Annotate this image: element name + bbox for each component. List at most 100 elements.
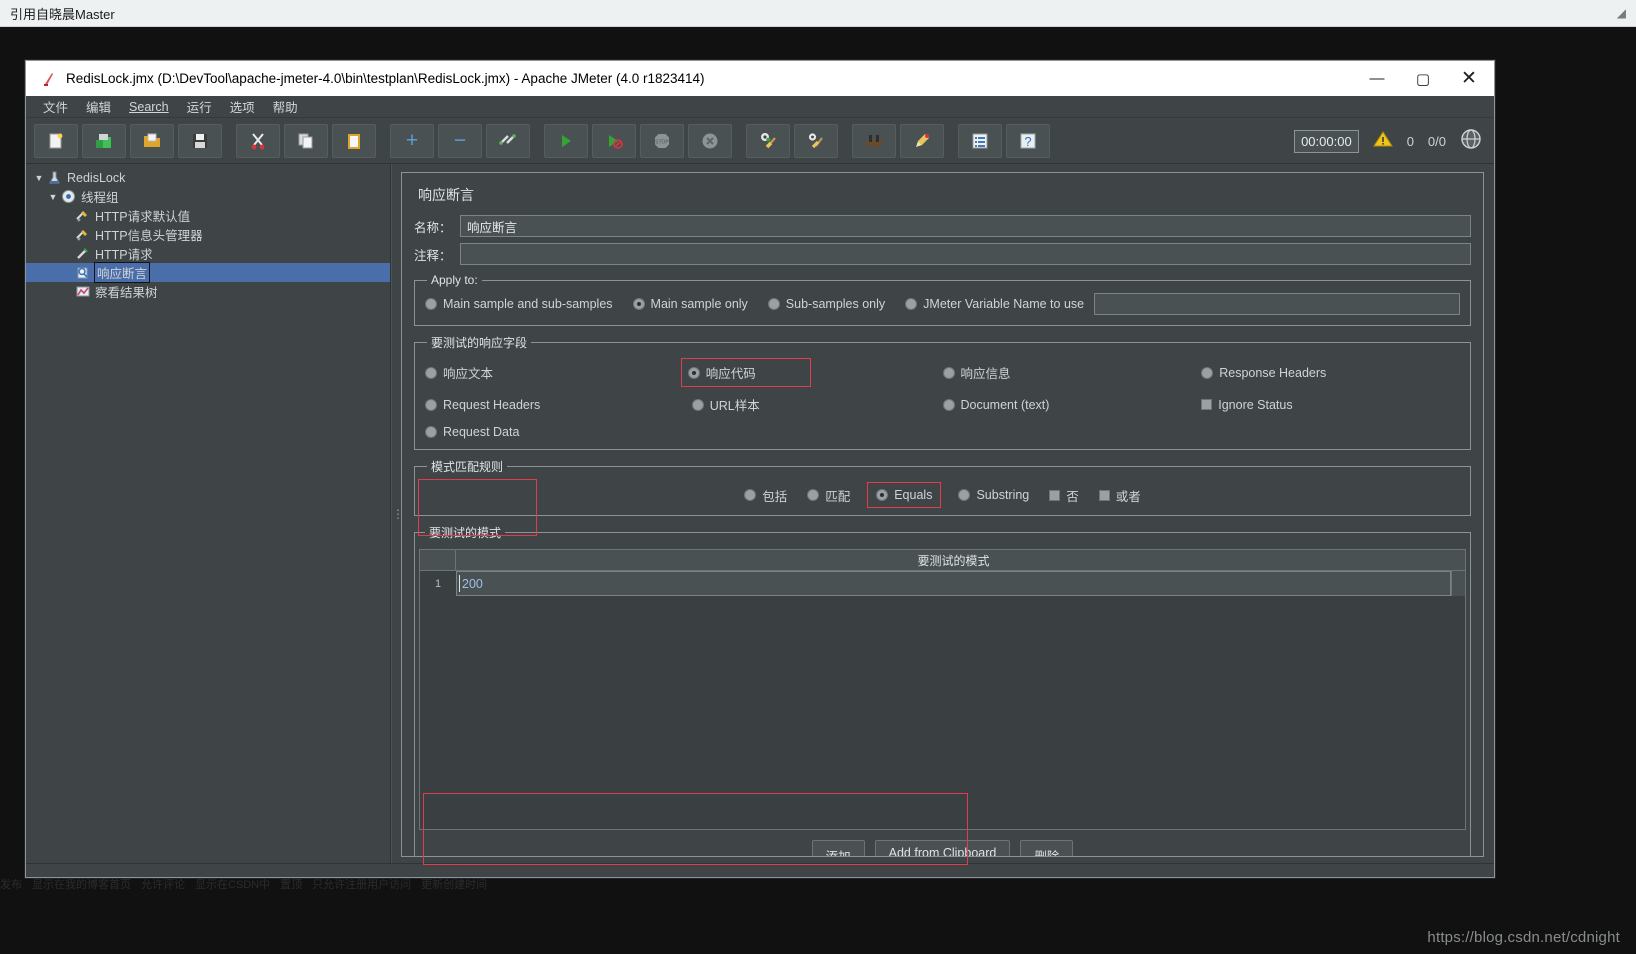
jmeter-variable-input[interactable] bbox=[1094, 293, 1460, 315]
checkbox-icon[interactable] bbox=[1098, 489, 1110, 501]
patterns-table[interactable]: 要测试的模式 1 200 bbox=[419, 549, 1466, 830]
delete-pattern-button[interactable]: 删除 bbox=[1020, 840, 1074, 856]
table-row[interactable]: 1 200 bbox=[420, 571, 1465, 596]
open-folder-icon[interactable] bbox=[130, 123, 174, 158]
radio-icon[interactable] bbox=[425, 426, 437, 438]
radio-icon[interactable] bbox=[905, 298, 918, 310]
split-divider[interactable] bbox=[391, 164, 397, 863]
threadgroup-icon bbox=[60, 189, 77, 204]
radio-icon[interactable] bbox=[807, 489, 820, 501]
templates-icon[interactable] bbox=[82, 123, 126, 158]
add-pattern-button[interactable]: 添加 bbox=[811, 840, 865, 856]
elapsed-timer: 00:00:00 bbox=[1294, 129, 1359, 153]
checkbox-not[interactable]: 否 bbox=[1049, 486, 1079, 505]
gear-broom-icon[interactable] bbox=[746, 123, 790, 158]
play-green-icon[interactable] bbox=[544, 123, 588, 158]
menu-options[interactable]: 选项 bbox=[221, 95, 264, 118]
radio-substring[interactable]: Substring bbox=[958, 488, 1029, 502]
patterns-table-body[interactable]: 1 200 bbox=[420, 571, 1465, 829]
tree-item-http-defaults[interactable]: HTTP请求默认值 bbox=[26, 206, 390, 225]
patterns-table-header: 要测试的模式 bbox=[420, 549, 1465, 571]
radio-jmeter-variable[interactable]: JMeter Variable Name to use bbox=[905, 297, 1084, 311]
radio-icon[interactable] bbox=[942, 366, 955, 379]
radio-icon[interactable] bbox=[687, 366, 700, 379]
radio-icon[interactable] bbox=[425, 366, 437, 379]
warning-triangle-icon[interactable] bbox=[1372, 130, 1393, 153]
radio-response-headers[interactable]: Response Headers bbox=[1201, 361, 1452, 384]
radio-main-and-sub[interactable]: Main sample and sub-samples bbox=[425, 297, 613, 311]
brush-icon[interactable] bbox=[900, 123, 944, 158]
radio-icon[interactable] bbox=[744, 489, 757, 501]
option-label: 响应信息 bbox=[960, 367, 1011, 381]
radio-equals[interactable]: Equals bbox=[867, 482, 942, 508]
name-field-row: 名称： 响应断言 bbox=[414, 215, 1471, 237]
add-from-clipboard-button[interactable]: Add from Clipboard bbox=[874, 840, 1011, 856]
radio-response-text[interactable]: 响应文本 bbox=[425, 361, 676, 384]
binoculars-icon[interactable] bbox=[852, 123, 896, 158]
config-icon bbox=[74, 208, 91, 223]
radio-response-code[interactable]: 响应代码 bbox=[680, 358, 811, 387]
tree-item-redislock[interactable]: ▼ RedisLock bbox=[26, 168, 390, 187]
radio-url-sample[interactable]: URL样本 bbox=[684, 395, 935, 414]
chevron-down-icon[interactable]: ▼ bbox=[46, 192, 60, 202]
tree-item-response-assertion[interactable]: 响应断言 bbox=[26, 262, 390, 283]
toggle-pencils-icon[interactable] bbox=[486, 123, 530, 158]
radio-icon[interactable] bbox=[1201, 366, 1214, 379]
radio-icon[interactable] bbox=[691, 398, 704, 411]
radio-request-data[interactable]: Request Data bbox=[425, 425, 676, 439]
minimize-button[interactable]: — bbox=[1354, 62, 1400, 96]
radio-matches[interactable]: 匹配 bbox=[807, 486, 850, 505]
tree-item-threadgroup[interactable]: ▼ 线程组 bbox=[26, 187, 390, 206]
option-label: 包括 bbox=[762, 489, 788, 504]
menu-search[interactable]: Search bbox=[120, 98, 178, 116]
radio-contains[interactable]: 包括 bbox=[744, 486, 787, 505]
comment-input[interactable] bbox=[460, 243, 1471, 265]
menu-run[interactable]: 运行 bbox=[178, 95, 221, 118]
close-button[interactable]: ✕ bbox=[1446, 62, 1492, 96]
radio-icon[interactable] bbox=[425, 398, 437, 411]
radio-document-text[interactable]: Document (text) bbox=[942, 395, 1194, 414]
test-plan-tree[interactable]: ▼ RedisLock ▼ 线程组 HTTP请求默认值 HTTP信息头管理器 H… bbox=[26, 164, 391, 863]
list-lines-icon[interactable] bbox=[958, 123, 1002, 158]
pattern-cell-input[interactable]: 200 bbox=[456, 571, 1451, 596]
stop-sign-icon[interactable]: STOP bbox=[640, 123, 684, 158]
menu-edit[interactable]: 编辑 bbox=[77, 95, 120, 118]
radio-main-only[interactable]: Main sample only bbox=[632, 297, 748, 311]
tree-item-header-manager[interactable]: HTTP信息头管理器 bbox=[26, 225, 390, 244]
patterns-group: 要测试的模式 要测试的模式 1 200 添加 Add from Clipboar… bbox=[414, 524, 1471, 856]
tree-item-view-results-tree[interactable]: 察看结果树 bbox=[26, 282, 390, 301]
scissors-icon[interactable] bbox=[236, 123, 280, 158]
radio-icon[interactable] bbox=[767, 298, 780, 310]
save-disk-icon[interactable] bbox=[178, 123, 222, 158]
checkbox-or[interactable]: 或者 bbox=[1098, 486, 1141, 505]
new-document-icon[interactable] bbox=[34, 123, 78, 158]
radio-icon[interactable] bbox=[425, 298, 437, 310]
radio-icon[interactable] bbox=[942, 398, 955, 411]
checkbox-icon[interactable] bbox=[1049, 489, 1061, 501]
plus-icon[interactable]: + bbox=[390, 123, 434, 158]
shutdown-x-icon[interactable] bbox=[688, 123, 732, 158]
globe-icon[interactable] bbox=[1460, 128, 1482, 155]
radio-icon[interactable] bbox=[876, 489, 889, 501]
double-broom-icon[interactable] bbox=[794, 123, 838, 158]
play-no-timers-icon[interactable] bbox=[592, 123, 636, 158]
menu-help[interactable]: 帮助 bbox=[264, 95, 307, 118]
maximize-button[interactable]: ▢ bbox=[1400, 62, 1446, 96]
chevron-down-icon[interactable]: ▼ bbox=[32, 173, 46, 183]
radio-response-message[interactable]: 响应信息 bbox=[942, 361, 1194, 384]
clipboard-icon[interactable] bbox=[332, 123, 376, 158]
radio-request-headers[interactable]: Request Headers bbox=[425, 395, 676, 414]
radio-sub-only[interactable]: Sub-samples only bbox=[767, 297, 885, 311]
tree-item-http-request[interactable]: HTTP请求 bbox=[26, 244, 390, 263]
checkbox-ignore-status[interactable]: Ignore Status bbox=[1201, 395, 1452, 414]
question-help-icon[interactable]: ? bbox=[1006, 123, 1050, 158]
tree-item-label: 线程组 bbox=[81, 191, 119, 205]
minus-icon[interactable]: − bbox=[438, 123, 482, 158]
radio-icon[interactable] bbox=[632, 298, 645, 310]
menu-file[interactable]: 文件 bbox=[34, 95, 77, 118]
vertical-scrollbar[interactable] bbox=[1451, 571, 1465, 596]
checkbox-icon[interactable] bbox=[1201, 399, 1213, 410]
radio-icon[interactable] bbox=[958, 489, 971, 501]
copy-icon[interactable] bbox=[284, 123, 328, 158]
name-input[interactable]: 响应断言 bbox=[460, 215, 1471, 237]
